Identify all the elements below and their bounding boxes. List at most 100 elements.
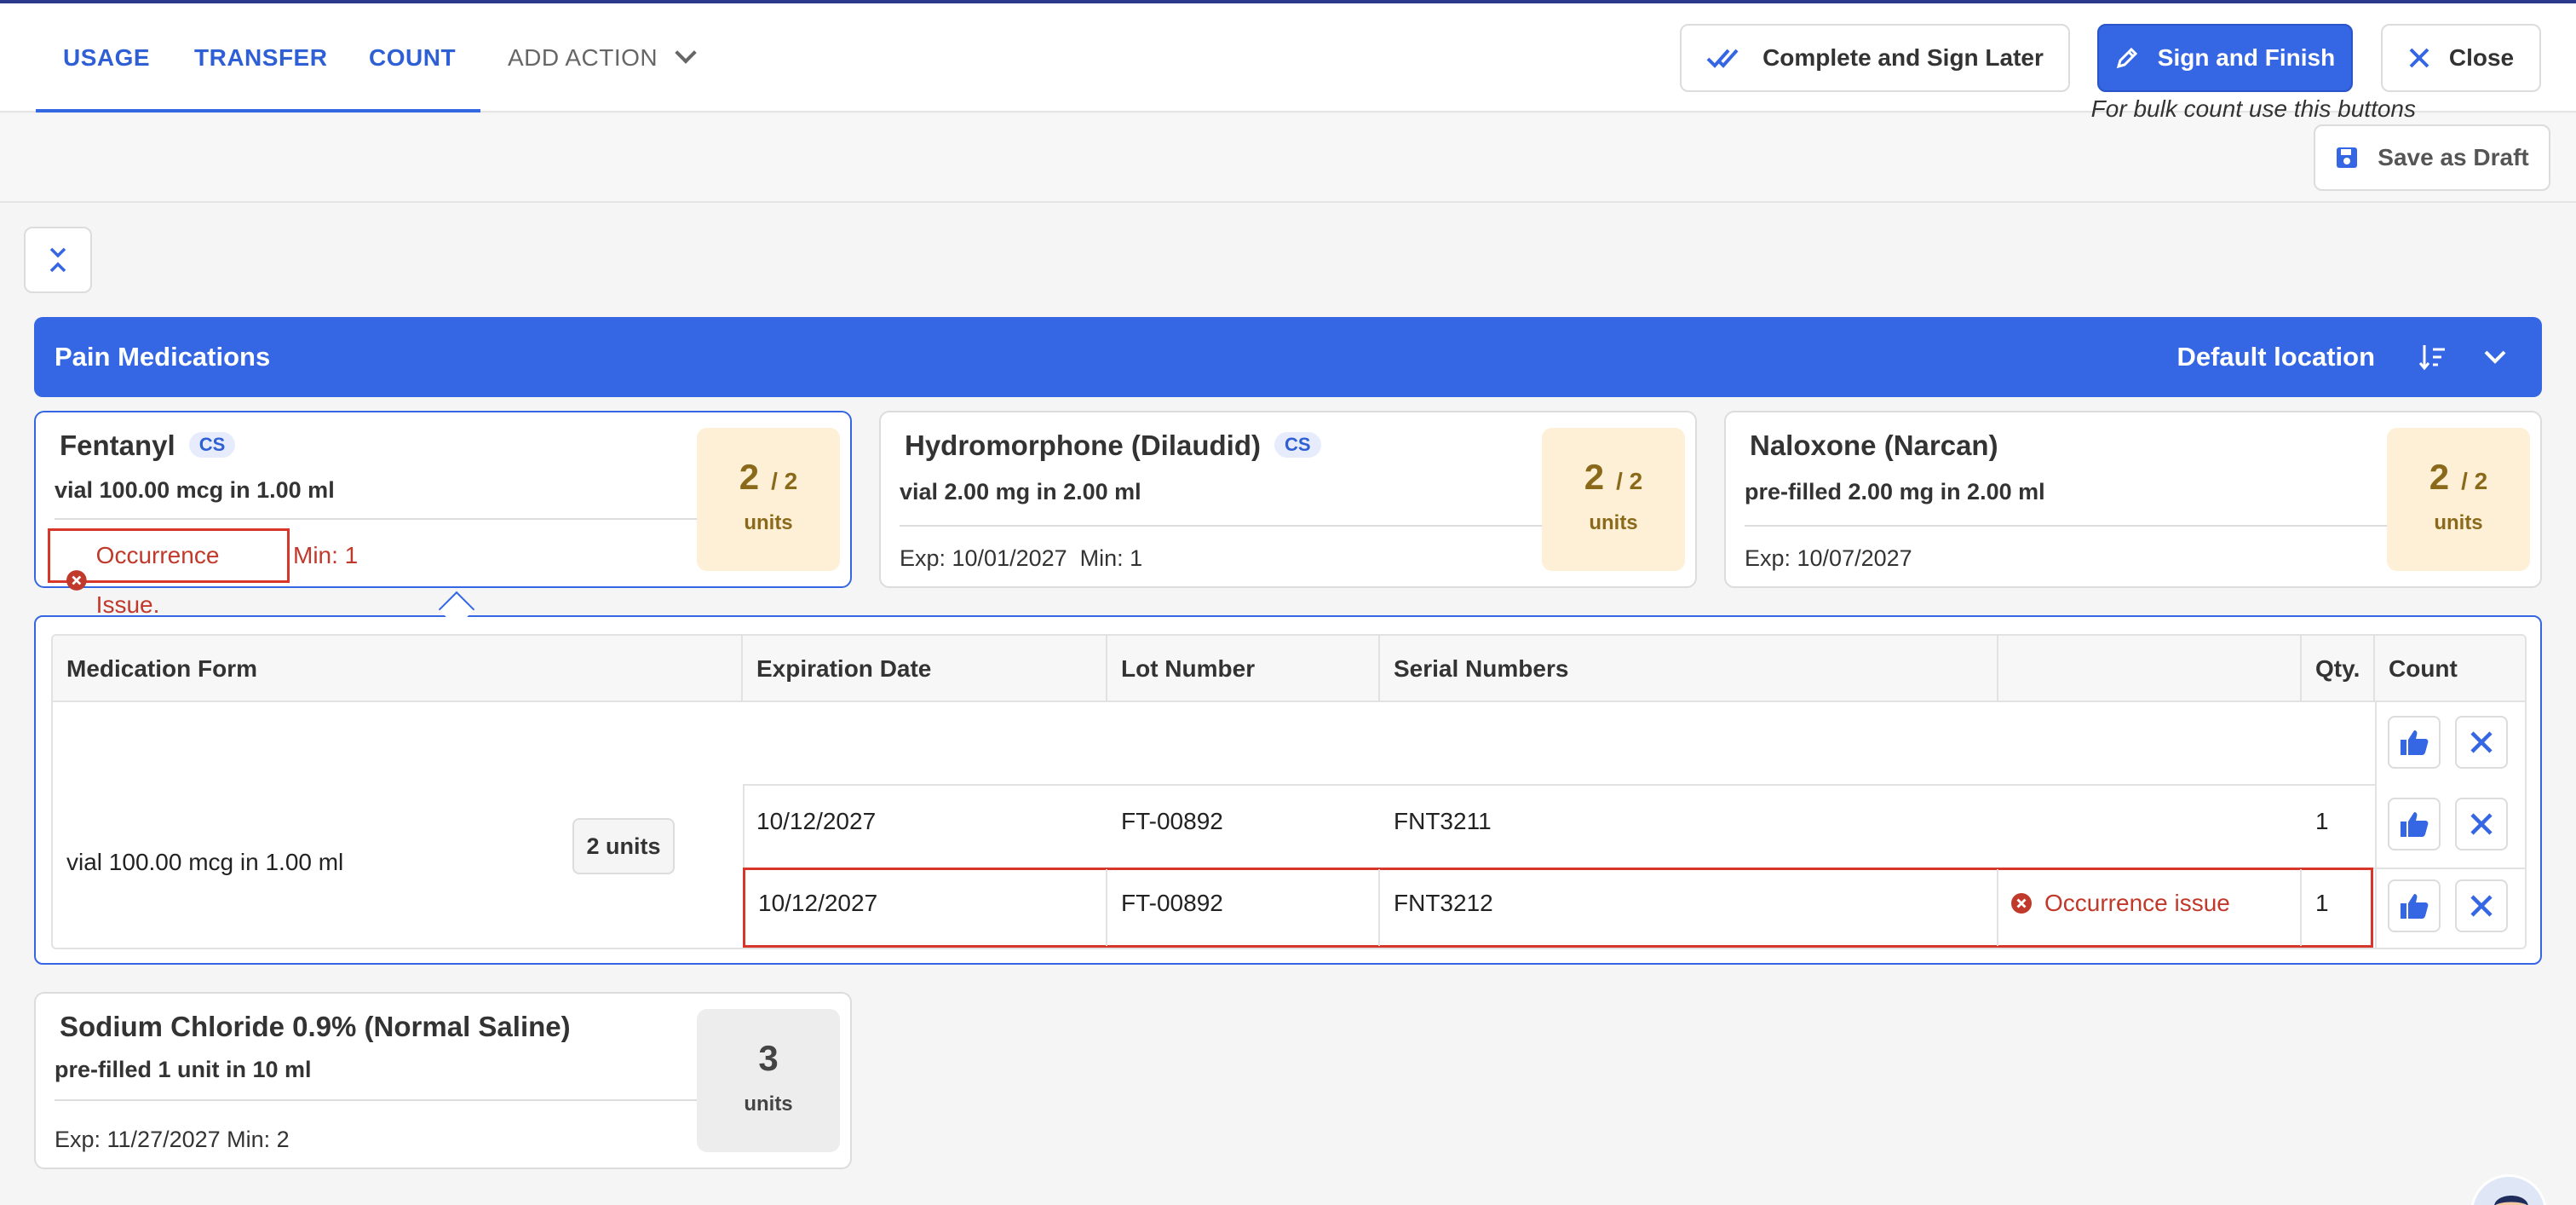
quantity-unit: units <box>744 511 793 534</box>
medication-name: Sodium Chloride 0.9% (Normal Saline) <box>60 1011 571 1042</box>
quantity-count: 2 <box>739 457 760 497</box>
close-button[interactable]: Close <box>2381 24 2541 92</box>
expiration-date-cell: 10/12/2027 <box>756 808 877 834</box>
column-header: Serial Numbers <box>1380 636 1998 702</box>
medication-form: vial 100.00 mcg in 1.00 ml <box>55 477 335 503</box>
table-header: Medication Form Expiration Date Lot Numb… <box>53 636 2525 702</box>
medication-name: Hydromorphone (Dilaudid) CS <box>905 430 1321 462</box>
medication-meta: Exp: 11/27/2027 Min: 2 <box>55 1127 290 1152</box>
medication-form: pre-filled 1 unit in 10 ml <box>55 1057 312 1082</box>
add-action-dropdown[interactable]: ADD ACTION <box>508 3 697 112</box>
divider <box>55 518 702 520</box>
approve-row-button[interactable] <box>2388 879 2441 932</box>
bulk-reject-button[interactable] <box>2455 716 2508 769</box>
pen-icon <box>2116 47 2137 69</box>
medication-card-sodium-chloride[interactable]: Sodium Chloride 0.9% (Normal Saline) pre… <box>34 992 852 1169</box>
quantity-count: 2 <box>2429 457 2450 497</box>
save-as-draft-button[interactable]: Save as Draft <box>2314 124 2550 191</box>
medication-form: vial 2.00 mg in 2.00 ml <box>900 479 1141 504</box>
active-tab-indicator <box>36 109 480 112</box>
quantity-total: / 2 <box>2461 468 2488 494</box>
column-header: Medication Form <box>53 636 743 702</box>
divider <box>900 525 1547 527</box>
reject-row-button[interactable] <box>2455 879 2508 932</box>
section-title: Pain Medications <box>55 342 271 372</box>
medication-form-cell: vial 100.00 mcg in 1.00 ml <box>66 849 344 875</box>
save-icon <box>2337 147 2358 168</box>
bulk-count-hint: For bulk count use this buttons <box>2090 95 2416 122</box>
lot-number-cell: FT-00892 <box>1121 890 1223 916</box>
double-check-icon <box>1706 49 1739 68</box>
medication-meta: Exp: 10/01/2027 Min: 1 <box>900 545 1143 571</box>
medication-card-hydromorphone[interactable]: Hydromorphone (Dilaudid) CS vial 2.00 mg … <box>879 411 1697 588</box>
close-icon <box>2409 48 2429 68</box>
sign-and-finish-button[interactable]: Sign and Finish <box>2097 24 2353 92</box>
chevron-down-icon[interactable] <box>2482 344 2508 374</box>
quantity-unit: units <box>744 1093 793 1116</box>
occurrence-issue-highlight: Occurrence Issue. <box>48 528 290 618</box>
column-header: Lot Number <box>1107 636 1380 702</box>
cs-badge: CS <box>188 432 236 458</box>
medication-meta: Exp: 10/07/2027 <box>1745 545 1912 571</box>
column-header <box>1998 636 2302 702</box>
grid-line <box>1997 869 1998 946</box>
medication-card-naloxone[interactable]: Naloxone (Narcan) pre-filled 2.00 mg in … <box>1724 411 2542 588</box>
error-circle-icon <box>66 570 87 591</box>
grid-line <box>2375 702 2377 948</box>
min-value: Min: 1 <box>293 542 359 568</box>
medication-name: Fentanyl CS <box>60 430 236 462</box>
lot-number-cell: FT-00892 <box>1121 808 1223 834</box>
collapse-icon <box>49 247 66 273</box>
avatar-icon <box>2494 1196 2528 1205</box>
medication-card-fentanyl[interactable]: Fentanyl CS vial 100.00 mcg in 1.00 ml Oc… <box>34 411 852 618</box>
quantity-total: / 2 <box>1616 468 1643 494</box>
thumbs-up-icon <box>2401 812 2429 837</box>
column-header: Count <box>2389 655 2458 682</box>
quantity-box: 3 units <box>697 1009 840 1152</box>
section-header-pain-medications[interactable]: Pain Medications Default location <box>34 317 2542 397</box>
column-header: Expiration Date <box>743 636 1107 702</box>
quantity-box: 2 / 2 units <box>1542 428 1685 571</box>
close-icon <box>2470 895 2493 917</box>
sort-icon[interactable] <box>2418 343 2448 376</box>
reject-row-button[interactable] <box>2455 798 2508 850</box>
close-icon <box>2470 731 2493 753</box>
quantity-count: 3 <box>758 1038 779 1078</box>
chevron-down-icon <box>675 42 697 64</box>
occurrence-issue-cell: Occurrence issue <box>2010 890 2230 917</box>
assistant-avatar[interactable] <box>2470 1174 2547 1205</box>
medication-form: pre-filled 2.00 mg in 2.00 ml <box>1745 479 2045 504</box>
complete-sign-later-button[interactable]: Complete and Sign Later <box>1680 24 2070 92</box>
collapse-all-button[interactable] <box>24 227 92 293</box>
divider <box>55 1099 702 1101</box>
sub-toolbar: Save as Draft <box>0 114 2576 203</box>
sign-and-finish-label: Sign and Finish <box>2157 44 2336 71</box>
close-icon <box>2470 813 2493 835</box>
grid-line <box>743 784 2375 786</box>
location-label[interactable]: Default location <box>2176 317 2375 397</box>
quantity-box: 2 / 2 units <box>697 428 840 571</box>
thumbs-up-icon <box>2401 730 2429 755</box>
close-label: Close <box>2448 44 2515 71</box>
serial-number-cell: FNT3212 <box>1394 890 1493 916</box>
medication-name: Naloxone (Narcan) <box>1750 430 1998 461</box>
save-as-draft-label: Save as Draft <box>2378 144 2529 170</box>
tab-transfer[interactable]: TRANSFER <box>194 3 327 112</box>
quantity-unit: units <box>1589 511 1638 534</box>
expiration-date-cell: 10/12/2027 <box>758 890 878 916</box>
quantity-unit: units <box>2434 511 2483 534</box>
quantity-box: 2 / 2 units <box>2387 428 2530 571</box>
column-header: Qty. <box>2302 636 2375 702</box>
qty-cell: 1 <box>2315 890 2329 916</box>
tab-count[interactable]: COUNT <box>369 3 456 112</box>
qty-cell: 1 <box>2315 808 2329 834</box>
units-badge: 2 units <box>572 818 675 874</box>
cs-badge: CS <box>1274 432 1321 458</box>
divider <box>1745 525 2392 527</box>
tab-usage[interactable]: USAGE <box>63 3 150 112</box>
approve-row-button[interactable] <box>2388 798 2441 850</box>
quantity-total: / 2 <box>771 468 798 494</box>
bulk-approve-button[interactable] <box>2388 716 2441 769</box>
error-circle-icon <box>2011 893 2032 914</box>
complete-sign-later-label: Complete and Sign Later <box>1762 44 2044 71</box>
